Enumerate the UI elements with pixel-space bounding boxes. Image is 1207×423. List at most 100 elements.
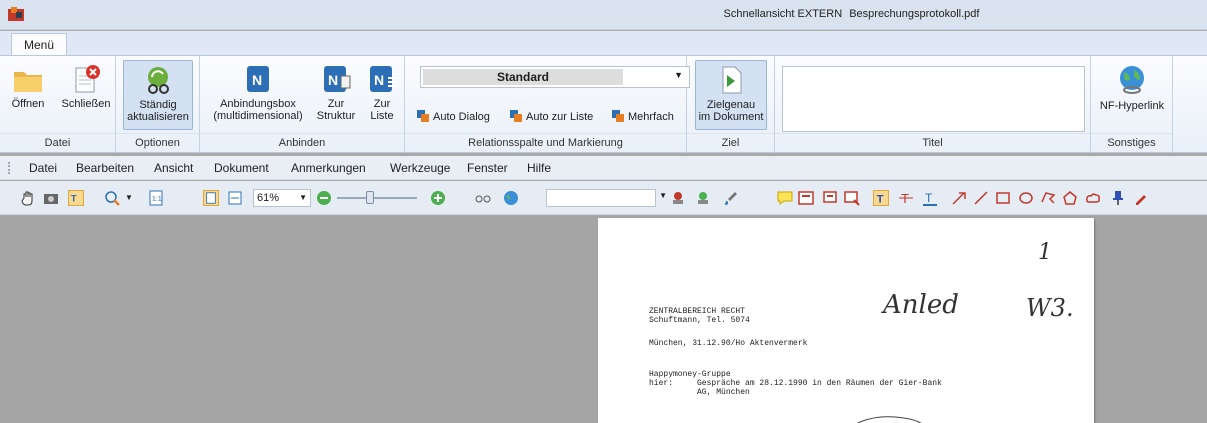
callout-icon[interactable] <box>823 190 839 206</box>
relation-dropdown[interactable]: Standard ▼ <box>420 66 690 88</box>
line-tool-icon[interactable] <box>973 190 989 206</box>
hand-tool-icon[interactable] <box>20 190 36 206</box>
zoom-out-icon[interactable] <box>316 190 332 206</box>
svg-text:N: N <box>374 72 384 88</box>
group-label-ziel: Ziel <box>687 133 774 151</box>
goto-label-2: im Dokument <box>698 111 764 123</box>
doc-line-4: Happymoney-Gruppe <box>649 370 731 379</box>
menu-werkzeuge[interactable]: Werkzeuge <box>390 161 450 175</box>
window-title-app: Schnellansicht EXTERN <box>723 8 843 20</box>
multiple-icon <box>612 110 624 122</box>
glasses-icon[interactable] <box>475 190 491 206</box>
menu-bar: Datei Bearbeiten Ansicht Dokument Anmerk… <box>0 156 1207 180</box>
stamp-add-icon[interactable] <box>695 190 711 206</box>
chevron-down-icon: ▼ <box>299 193 307 202</box>
to-list-label-2: Liste <box>370 110 394 122</box>
binding-box-label-2: (multidimensional) <box>213 110 303 122</box>
group-label-relation: Relationsspalte und Markierung <box>405 133 686 151</box>
group-ziel: Zielgenau im Dokument Ziel <box>687 56 775 153</box>
zoom-tool-dropdown-icon[interactable]: ▼ <box>125 190 141 206</box>
to-list-label-1: Zur <box>373 98 391 110</box>
menu-datei[interactable]: Datei <box>29 161 57 175</box>
zoom-select[interactable]: 61% ▼ <box>253 189 311 207</box>
binding-box-button[interactable]: N Anbindungsbox (multidimensional) <box>206 60 310 122</box>
svg-text:1:1: 1:1 <box>152 196 162 203</box>
zoom-value: 61% <box>257 192 280 204</box>
globe-icon[interactable] <box>503 190 519 206</box>
arrow-tool-icon[interactable] <box>951 190 967 206</box>
menubar-grip[interactable] <box>8 162 11 174</box>
strikethrough-icon[interactable]: T <box>898 190 914 206</box>
menu-dokument[interactable]: Dokument <box>214 161 269 175</box>
multiple-button[interactable]: Mehrfach <box>611 108 674 126</box>
close-label: Schließen <box>61 98 111 110</box>
search-select[interactable]: ▼ <box>546 189 667 207</box>
ribbon: Öffnen Schließen Datei Ständig aktualisi… <box>0 55 1207 153</box>
zoom-in-icon[interactable] <box>430 190 446 206</box>
doc-line-5: hier: Gespräche am 28.12.1990 in den Räu… <box>649 379 942 388</box>
auto-dialog-button[interactable]: Auto Dialog <box>416 108 490 126</box>
refresh-glasses-icon <box>148 67 169 94</box>
binding-box-label-1: Anbindungsbox <box>220 98 296 110</box>
polyline-tool-icon[interactable] <box>1040 190 1056 206</box>
ellipse-tool-icon[interactable] <box>1018 190 1034 206</box>
close-document-icon <box>75 65 100 93</box>
menu-ansicht[interactable]: Ansicht <box>154 161 193 175</box>
zoom-in-tool-icon[interactable] <box>104 190 120 206</box>
to-list-button[interactable]: N Zur Liste <box>362 60 402 122</box>
list-icon: N <box>370 66 396 92</box>
cloud-tool-icon[interactable] <box>1085 190 1101 206</box>
chevron-down-icon: ▼ <box>674 70 683 80</box>
sticky-note-icon[interactable] <box>777 190 793 206</box>
actual-size-icon[interactable]: 1:1 <box>148 190 164 206</box>
close-button[interactable]: Schließen <box>58 60 114 110</box>
auto-list-icon <box>510 110 522 122</box>
refresh-label-1: Ständig <box>139 99 177 111</box>
underline-icon[interactable]: T <box>922 190 938 206</box>
auto-dialog-icon <box>417 110 429 122</box>
menu-anmerkungen[interactable]: Anmerkungen <box>291 161 366 175</box>
tab-menu[interactable]: Menü <box>11 33 67 57</box>
highlight-text-icon[interactable]: T <box>873 190 889 206</box>
zoom-slider-track[interactable] <box>337 197 417 199</box>
stamp-icon[interactable] <box>670 190 686 206</box>
goto-label-1: Zielgenau <box>706 99 756 111</box>
document-viewport[interactable]: 1 Anled W3. ZENTRALBEREICH RECHT Schuftm… <box>0 216 1207 423</box>
title-input[interactable] <box>782 66 1085 132</box>
polygon-tool-icon[interactable] <box>1062 190 1078 206</box>
to-structure-button[interactable]: N Zur Struktur <box>314 60 358 122</box>
handwritten-word: Anled <box>883 290 959 320</box>
menu-bearbeiten[interactable]: Bearbeiten <box>76 161 134 175</box>
fit-page-icon[interactable] <box>203 190 219 206</box>
select-text-icon[interactable]: T <box>68 190 84 206</box>
doc-line-2: Schuftmann, Tel. 5074 <box>649 316 750 325</box>
auto-to-list-button[interactable]: Auto zur Liste <box>509 108 593 126</box>
svg-text:T: T <box>925 191 933 205</box>
group-label-titel: Titel <box>775 133 1090 151</box>
globe-link-icon <box>1120 66 1144 94</box>
rectangle-tool-icon[interactable] <box>995 190 1011 206</box>
pin-icon[interactable] <box>1110 190 1126 206</box>
menu-hilfe[interactable]: Hilfe <box>527 161 551 175</box>
group-label-sonstiges: Sonstiges <box>1091 133 1172 151</box>
ribbon-tab-row: Menü <box>0 31 1207 57</box>
open-button[interactable]: Öffnen <box>1 60 55 110</box>
handwritten-number: 1 <box>1038 240 1052 265</box>
pdf-page: 1 Anled W3. ZENTRALBEREICH RECHT Schuftm… <box>598 218 1094 423</box>
handwritten-initials: W3. <box>1026 294 1074 322</box>
pencil-icon[interactable] <box>1133 190 1149 206</box>
menu-fenster[interactable]: Fenster <box>467 161 508 175</box>
nf-hyperlink-label: NF-Hyperlink <box>1099 100 1165 112</box>
text-box-icon[interactable] <box>798 190 814 206</box>
nf-hyperlink-button[interactable]: NF-Hyperlink <box>1095 60 1169 112</box>
handwritten-stroke <box>856 416 922 423</box>
fit-width-icon[interactable] <box>227 190 243 206</box>
zoom-slider-thumb[interactable] <box>366 191 374 204</box>
goto-in-document-button[interactable]: Zielgenau im Dokument <box>695 60 767 130</box>
group-label-datei: Datei <box>0 133 115 151</box>
typewriter-icon[interactable] <box>844 190 860 206</box>
multiple-label: Mehrfach <box>628 111 674 123</box>
always-refresh-button[interactable]: Ständig aktualisieren <box>123 60 193 130</box>
snapshot-icon[interactable] <box>43 190 59 206</box>
paint-brush-icon[interactable] <box>723 190 739 206</box>
